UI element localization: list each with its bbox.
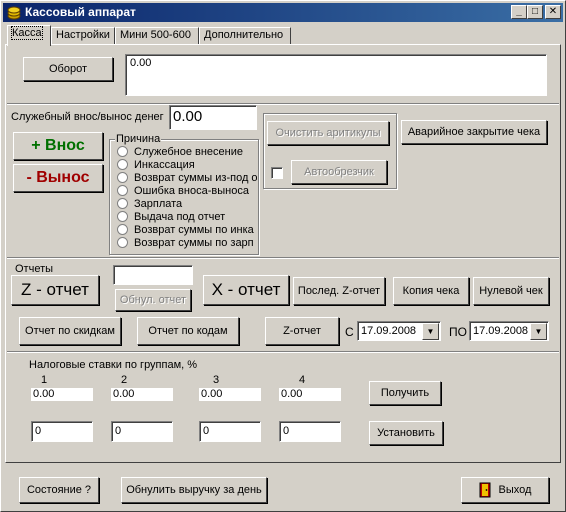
- tax-group-number: 1: [41, 374, 48, 386]
- exit-button[interactable]: Выход: [461, 477, 549, 503]
- discount-report-button[interactable]: Отчет по скидкам: [19, 317, 121, 345]
- reports-label: Отчеты: [15, 263, 54, 275]
- set-tax-button[interactable]: Установить: [369, 421, 443, 445]
- cash-register-icon: [7, 6, 21, 20]
- tax-input[interactable]: 0: [111, 421, 173, 442]
- tax-group-number: 3: [213, 374, 220, 386]
- reset-report-button[interactable]: Обнул. отчет: [115, 289, 191, 311]
- reason-option[interactable]: Служебное внесение: [117, 146, 243, 158]
- tab-additional[interactable]: Дополнительно: [199, 27, 291, 45]
- dropdown-arrow-icon[interactable]: ▼: [422, 323, 439, 340]
- reason-title: Причина: [115, 133, 162, 145]
- reason-option[interactable]: Возврат суммы из-под о: [117, 172, 258, 184]
- tax-input[interactable]: 0: [199, 421, 261, 442]
- service-label: Служебный внос/вынос денег: [11, 111, 164, 123]
- code-report-button[interactable]: Отчет по кодам: [137, 317, 239, 345]
- z-period-report-button[interactable]: Z-отчет: [265, 317, 339, 345]
- minimize-button[interactable]: _: [511, 5, 527, 19]
- from-date-picker[interactable]: 17.09.2008 ▼: [357, 321, 441, 341]
- title-bar[interactable]: Кассовый аппарат _ □ ✕: [3, 3, 563, 22]
- get-tax-button[interactable]: Получить: [369, 381, 441, 405]
- tax-current-value: 0.00: [111, 388, 173, 401]
- zero-receipt-button[interactable]: Нулевой чек: [473, 277, 549, 305]
- z-report-button[interactable]: Z - отчет: [11, 275, 99, 305]
- reason-list: Служебное внесение Инкассация Возврат су…: [1, 146, 258, 254]
- tax-current-value: 0.00: [199, 388, 261, 401]
- door-exit-icon: [479, 482, 491, 498]
- to-label: ПО: [449, 325, 467, 339]
- report-number-input[interactable]: [113, 265, 193, 285]
- last-z-report-button[interactable]: Послед. Z-отчет: [293, 277, 385, 305]
- copy-receipt-button[interactable]: Копия чека: [393, 277, 469, 305]
- divider: [7, 351, 559, 353]
- main-window: Кассовый аппарат _ □ ✕ Касса Настройки М…: [0, 0, 566, 512]
- emergency-close-button[interactable]: Аварийное закрытие чека: [401, 120, 547, 144]
- from-date-value: 17.09.2008: [361, 325, 417, 337]
- from-label: С: [345, 325, 354, 339]
- reset-revenue-button[interactable]: Обнулить выручку за день: [121, 477, 267, 503]
- turnover-button[interactable]: Оборот: [23, 57, 113, 81]
- tab-mini[interactable]: Мини 500-600: [115, 27, 199, 45]
- clear-articles-button[interactable]: Очистить аритикулы: [267, 121, 389, 145]
- exit-label: Выход: [498, 484, 532, 496]
- divider: [7, 103, 559, 105]
- reason-option[interactable]: Возврат суммы по инка: [117, 224, 254, 236]
- to-date-value: 17.09.2008: [473, 325, 529, 337]
- tax-label: Налоговые ставки по группам, %: [29, 359, 198, 371]
- turnover-display: 0.00: [125, 54, 547, 96]
- reason-option[interactable]: Выдача под отчет: [117, 211, 225, 223]
- tab-settings[interactable]: Настройки: [51, 27, 115, 45]
- window-title: Кассовый аппарат: [25, 5, 136, 19]
- to-date-picker[interactable]: 17.09.2008 ▼: [469, 321, 549, 341]
- reason-option[interactable]: Ошибка вноса-выноса: [117, 185, 249, 197]
- reason-option[interactable]: Инкассация: [117, 159, 195, 171]
- reason-option[interactable]: Возврат суммы по зарп: [117, 237, 254, 249]
- maximize-button[interactable]: □: [527, 5, 543, 19]
- turnover-value: 0.00: [130, 57, 152, 69]
- close-button[interactable]: ✕: [545, 5, 561, 19]
- x-report-button[interactable]: X - отчет: [203, 275, 289, 305]
- service-amount-input[interactable]: 0.00: [169, 105, 257, 130]
- dropdown-arrow-icon[interactable]: ▼: [530, 323, 547, 340]
- tax-current-value: 0.00: [279, 388, 341, 401]
- tax-group-number: 2: [121, 374, 128, 386]
- divider: [7, 257, 559, 259]
- tax-input[interactable]: 0: [279, 421, 341, 442]
- autocut-button[interactable]: Автообрезчик: [291, 160, 387, 184]
- autocut-checkbox[interactable]: [271, 167, 283, 179]
- tax-input[interactable]: 0: [31, 421, 93, 442]
- status-button[interactable]: Состояние ?: [19, 477, 99, 503]
- reason-option[interactable]: Зарплата: [117, 198, 182, 210]
- tab-kassa[interactable]: Касса: [7, 25, 51, 46]
- tax-current-value: 0.00: [31, 388, 93, 401]
- tax-group-number: 4: [299, 374, 306, 386]
